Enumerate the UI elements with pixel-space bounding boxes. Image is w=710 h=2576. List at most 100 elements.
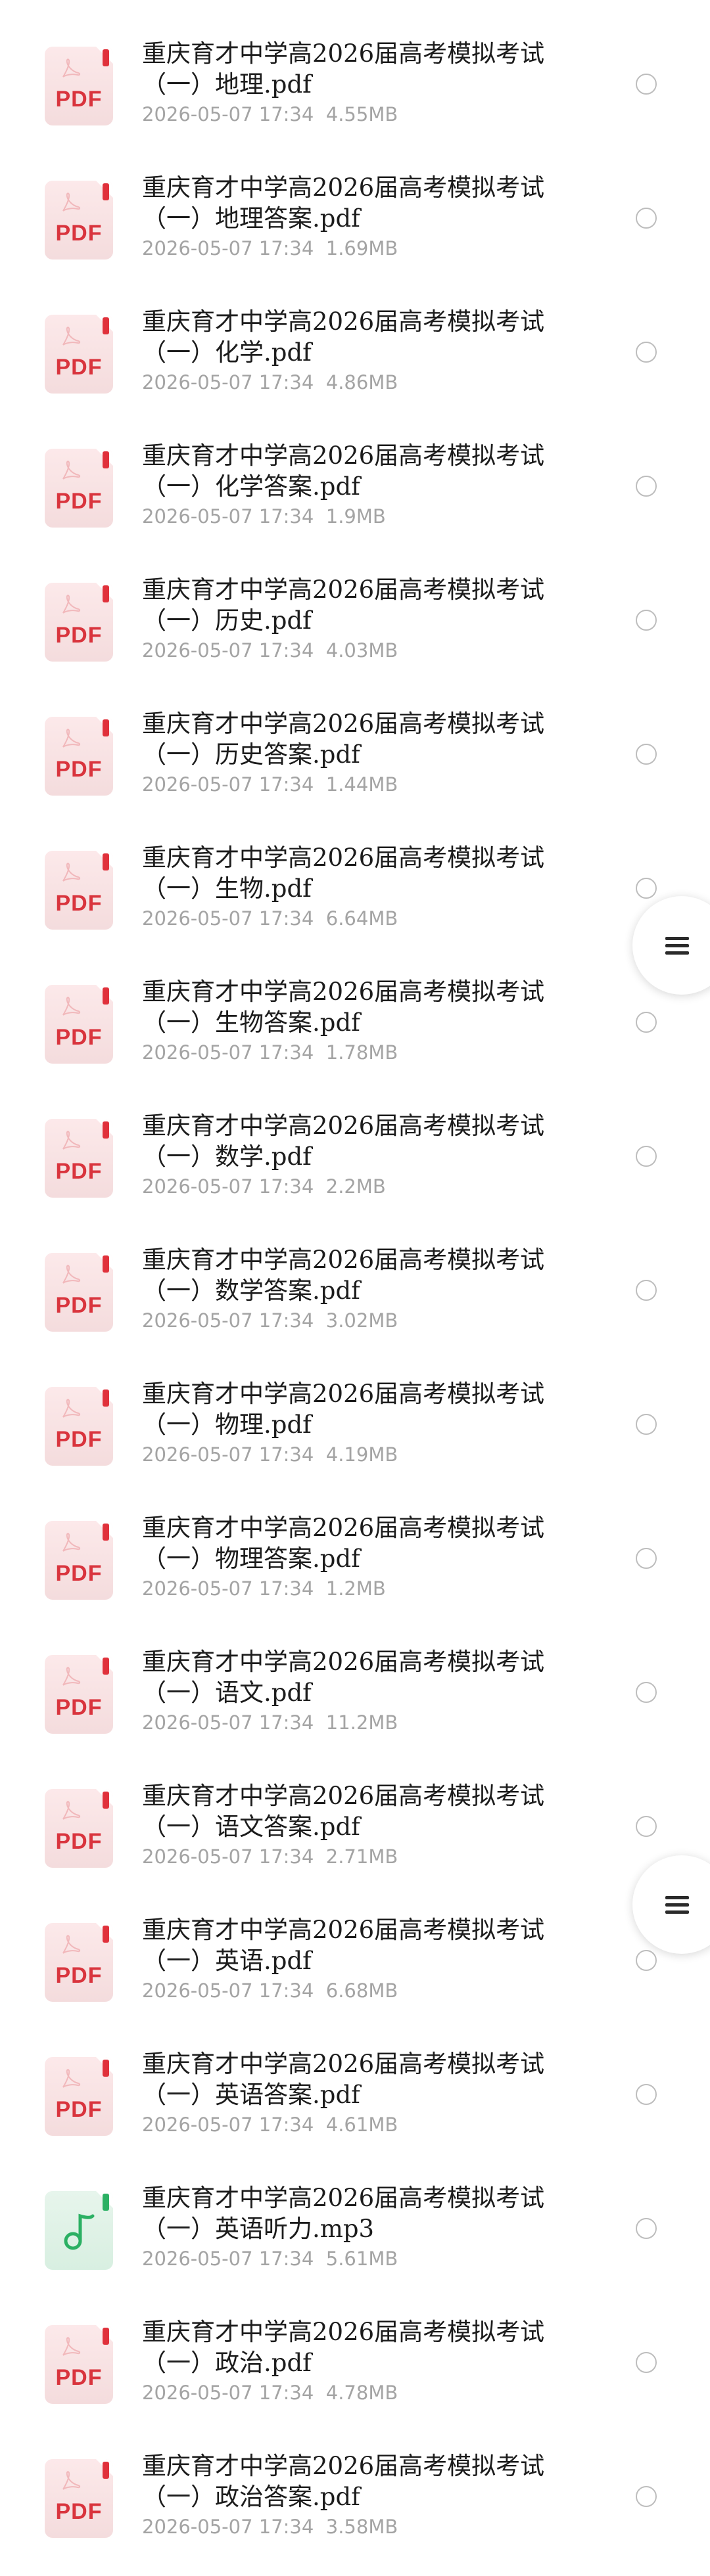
pdf-label: PDF (55, 87, 103, 112)
pdf-label: PDF (55, 2499, 103, 2524)
file-date: 2026-05-07 17:34 (142, 2516, 314, 2538)
select-radio[interactable] (636, 878, 657, 899)
file-list-item[interactable]: PDF 重庆育才中学高2026届高考模拟考试（一）数学答案.pdf 2026-0… (0, 1206, 710, 1340)
select-radio[interactable] (636, 1012, 657, 1033)
file-name: 重庆育才中学高2026届高考模拟考试（一）历史答案.pdf (142, 710, 545, 769)
file-meta: 2026-05-07 17:34 11.2MB (142, 1711, 398, 1734)
file-list-item[interactable]: PDF 重庆育才中学高2026届高考模拟考试（一）英语.pdf 2026-05-… (0, 1876, 710, 2010)
file-name: 重庆育才中学高2026届高考模拟考试（一）生物.pdf (142, 844, 545, 903)
acrobat-glyph-icon (62, 1533, 81, 1552)
file-list-item[interactable]: PDF 重庆育才中学高2026届高考模拟考试（一）化学答案.pdf 2026-0… (0, 402, 710, 536)
pdf-file-icon: PDF (45, 47, 113, 125)
file-list-item[interactable]: PDF 重庆育才中学高2026届高考模拟考试（一）政治.pdf 2026-05-… (0, 2278, 710, 2412)
file-date: 2026-05-07 17:34 (142, 1309, 314, 1332)
file-name: 重庆育才中学高2026届高考模拟考试（一）语文.pdf (142, 1648, 545, 1707)
acrobat-glyph-icon (62, 729, 81, 748)
select-radio[interactable] (636, 1950, 657, 1971)
file-list-item[interactable]: PDF 重庆育才中学高2026届高考模拟考试（一）语文答案.pdf 2026-0… (0, 1742, 710, 1876)
pdf-label: PDF (55, 2097, 103, 2122)
pdf-file-icon: PDF (45, 985, 113, 1064)
file-meta: 2026-05-07 17:34 4.55MB (142, 102, 398, 126)
file-list-item[interactable]: PDF 重庆育才中学高2026届高考模拟考试（一）政治答案.pdf 2026-0… (0, 2412, 710, 2546)
select-radio[interactable] (636, 2084, 657, 2105)
pdf-file-icon: PDF (45, 2325, 113, 2404)
file-date: 2026-05-07 17:34 (142, 371, 314, 394)
pdf-file-icon: PDF (45, 851, 113, 930)
file-size: 11.2MB (325, 1711, 398, 1734)
file-size: 4.55MB (325, 103, 398, 125)
file-list-item[interactable]: PDF 重庆育才中学高2026届高考模拟考试（一）物理答案.pdf 2026-0… (0, 1474, 710, 1608)
file-date: 2026-05-07 17:34 (142, 505, 314, 528)
pdf-file-icon: PDF (45, 1387, 113, 1466)
file-list-item[interactable]: 重庆育才中学高2026届高考模拟考试（一）英语听力.mp3 2026-05-07… (0, 2144, 710, 2278)
file-size: 2.2MB (325, 1175, 386, 1198)
select-radio[interactable] (636, 610, 657, 631)
acrobat-glyph-icon (62, 2471, 81, 2490)
select-radio[interactable] (636, 1682, 657, 1703)
select-radio[interactable] (636, 2486, 657, 2507)
select-radio[interactable] (636, 1414, 657, 1435)
acrobat-glyph-icon (62, 1265, 81, 1284)
select-radio[interactable] (636, 74, 657, 95)
file-size: 5.61MB (325, 2248, 398, 2270)
file-date: 2026-05-07 17:34 (142, 1175, 314, 1198)
file-list-item[interactable]: PDF 重庆育才中学高2026届高考模拟考试（一）地理.pdf 2026-05-… (0, 0, 710, 134)
file-list-item[interactable]: PDF 重庆育才中学高2026届高考模拟考试（一）生物.pdf 2026-05-… (0, 804, 710, 938)
file-size: 1.44MB (325, 773, 398, 796)
file-name: 重庆育才中学高2026届高考模拟考试（一）物理.pdf (142, 1380, 545, 1439)
file-name: 重庆育才中学高2026届高考模拟考试（一）数学答案.pdf (142, 1246, 545, 1305)
pdf-label: PDF (55, 1695, 103, 1720)
file-list-item[interactable]: PDF 重庆育才中学高2026届高考模拟考试（一）历史答案.pdf 2026-0… (0, 670, 710, 804)
file-date: 2026-05-07 17:34 (142, 1443, 314, 1466)
file-list-item[interactable]: PDF 重庆育才中学高2026届高考模拟考试（一）生物答案.pdf 2026-0… (0, 938, 710, 1072)
file-date: 2026-05-07 17:34 (142, 639, 314, 662)
pdf-file-icon: PDF (45, 1923, 113, 2002)
file-date: 2026-05-07 17:34 (142, 2113, 314, 2136)
select-radio[interactable] (636, 342, 657, 363)
select-radio[interactable] (636, 2352, 657, 2373)
file-meta: 2026-05-07 17:34 2.71MB (142, 1845, 398, 1868)
pdf-label: PDF (55, 355, 103, 380)
pdf-file-icon: PDF (45, 717, 113, 796)
music-note-icon (64, 2213, 95, 2250)
file-date: 2026-05-07 17:34 (142, 237, 314, 260)
file-meta: 2026-05-07 17:34 4.19MB (142, 1443, 398, 1466)
file-name: 重庆育才中学高2026届高考模拟考试（一）化学.pdf (142, 307, 545, 367)
file-size: 6.64MB (325, 907, 398, 930)
select-radio[interactable] (636, 208, 657, 229)
file-name: 重庆育才中学高2026届高考模拟考试（一）英语听力.mp3 (142, 2184, 545, 2243)
acrobat-glyph-icon (62, 461, 81, 480)
select-radio[interactable] (636, 1280, 657, 1301)
file-list: PDF 重庆育才中学高2026届高考模拟考试（一）地理.pdf 2026-05-… (0, 0, 710, 2546)
file-list-item[interactable]: PDF 重庆育才中学高2026届高考模拟考试（一）物理.pdf 2026-05-… (0, 1340, 710, 1474)
file-name: 重庆育才中学高2026届高考模拟考试（一）政治答案.pdf (142, 2452, 545, 2511)
file-list-item[interactable]: PDF 重庆育才中学高2026届高考模拟考试（一）语文.pdf 2026-05-… (0, 1608, 710, 1742)
acrobat-glyph-icon (62, 1399, 81, 1418)
file-meta: 2026-05-07 17:34 4.03MB (142, 639, 398, 662)
pdf-label: PDF (55, 1025, 103, 1050)
pdf-file-icon: PDF (45, 181, 113, 260)
file-list-item[interactable]: PDF 重庆育才中学高2026届高考模拟考试（一）化学.pdf 2026-05-… (0, 268, 710, 402)
pdf-file-icon: PDF (45, 1789, 113, 1868)
file-list-item[interactable]: PDF 重庆育才中学高2026届高考模拟考试（一）地理答案.pdf 2026-0… (0, 134, 710, 268)
select-radio[interactable] (636, 1548, 657, 1569)
select-radio[interactable] (636, 744, 657, 765)
file-meta: 2026-05-07 17:34 4.78MB (142, 2381, 398, 2405)
acrobat-glyph-icon (62, 997, 81, 1016)
pdf-label: PDF (55, 757, 103, 782)
file-date: 2026-05-07 17:34 (142, 2382, 314, 2404)
file-name: 重庆育才中学高2026届高考模拟考试（一）历史.pdf (142, 576, 545, 635)
file-list-item[interactable]: PDF 重庆育才中学高2026届高考模拟考试（一）数学.pdf 2026-05-… (0, 1072, 710, 1206)
file-list-item[interactable]: PDF 重庆育才中学高2026届高考模拟考试（一）英语答案.pdf 2026-0… (0, 2010, 710, 2144)
file-list-item[interactable]: PDF 重庆育才中学高2026届高考模拟考试（一）历史.pdf 2026-05-… (0, 536, 710, 670)
pdf-file-icon: PDF (45, 1655, 113, 1734)
file-size: 1.69MB (325, 237, 398, 260)
select-radio[interactable] (636, 476, 657, 497)
select-radio[interactable] (636, 2218, 657, 2239)
file-name: 重庆育才中学高2026届高考模拟考试（一）政治.pdf (142, 2318, 545, 2377)
file-meta: 2026-05-07 17:34 1.2MB (142, 1577, 386, 1600)
select-radio[interactable] (636, 1816, 657, 1837)
file-date: 2026-05-07 17:34 (142, 1577, 314, 1600)
file-name: 重庆育才中学高2026届高考模拟考试（一）地理.pdf (142, 39, 545, 99)
select-radio[interactable] (636, 1146, 657, 1167)
